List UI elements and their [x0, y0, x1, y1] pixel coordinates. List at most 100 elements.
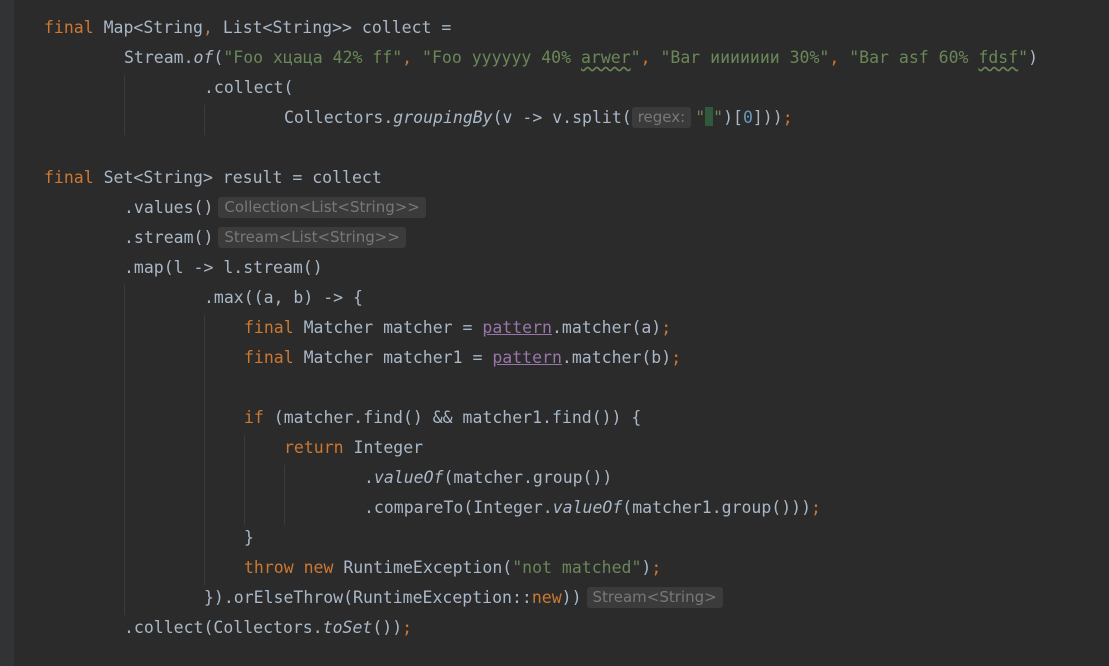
method-token: toSet: [322, 618, 373, 637]
indent-guide: [124, 75, 125, 135]
code-line-16[interactable]: .valueOf(matcher.group()): [364, 463, 612, 493]
punctuation-token: ;: [402, 618, 413, 637]
indent-guide: [204, 105, 205, 135]
field-token: pattern: [482, 318, 552, 337]
code-token: (matcher1.group())): [622, 498, 812, 517]
code-token: Set<String> result = collect: [93, 168, 382, 187]
string-token: "Foo хцаца 42% ff": [223, 48, 403, 67]
punctuation-token: ,: [829, 48, 850, 67]
code-token: .max((a, b) -> {: [204, 288, 363, 307]
type-hint: Collection<List<String>>: [218, 197, 426, 218]
string-token: "Foo yyyyyy 40%: [422, 48, 581, 67]
code-token: .matcher(b): [561, 348, 672, 367]
keyword-token: final: [44, 168, 94, 187]
indent-guide: [124, 285, 125, 615]
code-token: .map(l -> l.stream(): [124, 258, 323, 277]
code-token: .compareTo(Integer.: [364, 498, 553, 517]
code-token: .values(): [124, 198, 214, 217]
keyword-token: new: [531, 588, 562, 607]
code-line-3[interactable]: .collect(: [204, 73, 293, 103]
keyword-token: final: [244, 318, 294, 337]
string-token: ": [713, 108, 724, 127]
code-token: (: [213, 48, 224, 67]
code-line-7[interactable]: .values() Collection<List<String>>: [124, 193, 426, 223]
method-token: valueOf: [552, 498, 623, 517]
code-line-6[interactable]: final Set<String> result = collect: [44, 163, 382, 193]
code-line-1[interactable]: final Map<String, List<String>> collect …: [44, 13, 451, 43]
code-token: Collectors.: [284, 108, 394, 127]
keyword-token: final: [44, 18, 94, 37]
editor-gutter: [0, 0, 14, 666]
code-token: .collect(: [204, 78, 294, 97]
punctuation-token: ;: [661, 318, 672, 337]
punctuation-token: ,: [402, 48, 423, 67]
code-token: .stream(): [124, 228, 214, 247]
punctuation-token: ;: [651, 558, 662, 577]
code-line-19[interactable]: throw new RuntimeException("not matched"…: [244, 553, 661, 583]
code-line-4[interactable]: Collectors.groupingBy(v -> v.split(regex…: [284, 103, 793, 133]
punctuation-token: ;: [671, 348, 682, 367]
type-hint: Stream<List<String>>: [218, 227, 406, 248]
indent-guide: [204, 315, 205, 585]
typo-string-token: fdsf: [978, 48, 1019, 67]
code-line-18[interactable]: }: [244, 523, 254, 553]
code-editor[interactable]: final Map<String, List<String>> collect …: [0, 0, 1109, 666]
code-token: .: [364, 468, 374, 487]
code-line-12[interactable]: final Matcher matcher1 = pattern.matcher…: [244, 343, 681, 373]
code-token: .matcher(a): [551, 318, 662, 337]
code-line-20[interactable]: }).orElseThrow(RuntimeException::new)) St…: [204, 583, 723, 613]
code-token: ])): [752, 108, 783, 127]
code-token: (matcher.find() && matcher1.find()) {: [263, 408, 642, 427]
code-token: Matcher matcher1 =: [293, 348, 493, 367]
code-line-2[interactable]: Stream.of("Foo хцаца 42% ff", "Foo yyyyy…: [124, 43, 1038, 73]
string-token: ": [695, 108, 706, 127]
code-token: ): [641, 558, 652, 577]
code-line-8[interactable]: .stream() Stream<List<String>>: [124, 223, 406, 253]
keyword-token: if: [244, 408, 264, 427]
code-line-14[interactable]: if (matcher.find() && matcher1.find()) {: [244, 403, 641, 433]
code-line-15[interactable]: return Integer: [284, 433, 423, 463]
punctuation-token: ,: [202, 18, 213, 37]
punctuation-token: ;: [811, 498, 821, 517]
code-token: }: [244, 528, 254, 547]
code-token: Map<String: [93, 18, 203, 37]
indent-guide: [244, 435, 245, 525]
code-line-17[interactable]: .compareTo(Integer.valueOf(matcher1.grou…: [364, 493, 821, 523]
keyword-token: throw: [244, 558, 294, 577]
code-token: ()): [372, 618, 403, 637]
code-token: )[: [723, 108, 743, 127]
code-line-11[interactable]: final Matcher matcher = pattern.matcher(…: [244, 313, 671, 343]
method-token: groupingBy: [393, 108, 493, 127]
number-token: 0: [742, 108, 753, 127]
code-line-9[interactable]: .map(l -> l.stream(): [124, 253, 323, 283]
method-token: valueOf: [373, 468, 444, 487]
keyword-token: return: [284, 438, 344, 457]
type-hint: Stream<String>: [586, 587, 723, 608]
code-token: List<String>> collect =: [212, 18, 452, 37]
typo-string-token: arwer: [581, 48, 631, 67]
text-cursor: [705, 107, 714, 126]
code-line-21[interactable]: .collect(Collectors.toSet());: [124, 613, 412, 643]
code-token: }).orElseThrow(RuntimeException::: [204, 588, 532, 607]
string-token: ": [1018, 48, 1029, 67]
method-token: of: [193, 48, 214, 67]
punctuation-token: ,: [640, 48, 661, 67]
punctuation-token: ;: [782, 108, 793, 127]
indent-guide: [284, 465, 285, 525]
code-token: Matcher matcher =: [293, 318, 483, 337]
keyword-token: final: [244, 348, 294, 367]
parameter-hint: regex:: [631, 107, 692, 128]
code-token: RuntimeException(: [333, 558, 513, 577]
code-token: .collect(Collectors.: [124, 618, 323, 637]
code-token: ): [1028, 48, 1039, 67]
code-line-10[interactable]: .max((a, b) -> {: [204, 283, 363, 313]
string-token: "not matched": [512, 558, 642, 577]
keyword-token: new: [303, 558, 334, 577]
field-token: pattern: [492, 348, 562, 367]
code-token: (v -> v.split(: [492, 108, 632, 127]
code-token: (matcher.group()): [443, 468, 613, 487]
code-token: )): [561, 588, 582, 607]
code-token: Stream.: [124, 48, 194, 67]
string-token: "Bar иииииии 30%": [660, 48, 830, 67]
